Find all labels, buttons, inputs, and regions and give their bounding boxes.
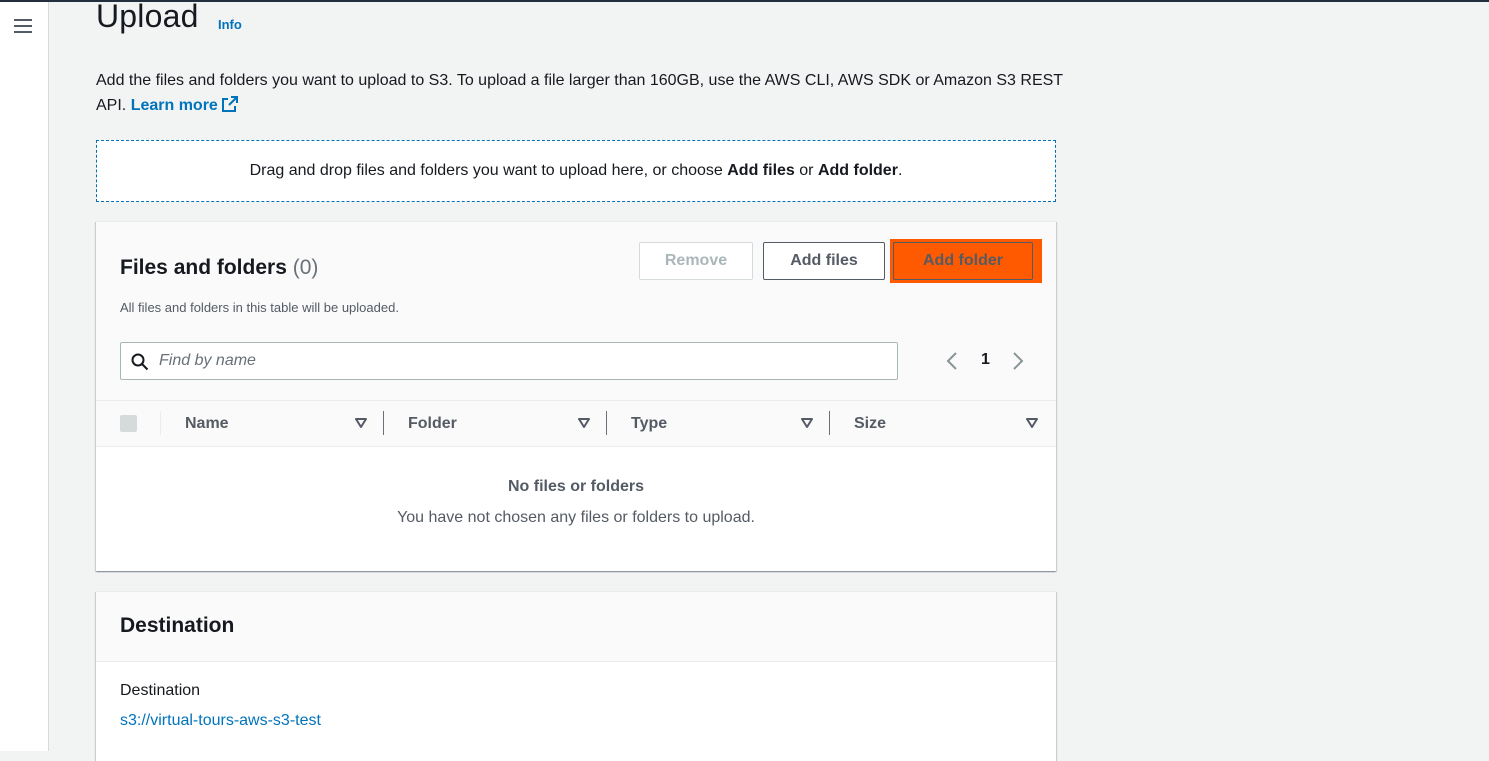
hamburger-menu-icon[interactable] [14, 19, 32, 33]
sort-icon [578, 418, 590, 428]
dropzone-add-folder: Add folder [817, 162, 898, 179]
column-resizer[interactable] [383, 411, 384, 435]
files-panel-description: All files and folders in this table will… [120, 300, 399, 315]
chevron-right-icon[interactable] [1011, 352, 1025, 370]
files-panel-title-text: Files and folders [120, 256, 287, 279]
files-count: (0) [292, 256, 319, 279]
chevron-left-icon[interactable] [945, 352, 959, 370]
sort-icon [801, 418, 813, 428]
info-link[interactable]: Info [218, 17, 242, 32]
files-panel-title: Files and folders (0) [120, 256, 318, 280]
external-link-icon [221, 96, 238, 112]
column-header-folder[interactable]: Folder [408, 401, 590, 446]
upload-dropzone[interactable]: Drag and drop files and folders you want… [96, 140, 1056, 202]
column-label-name: Name [185, 414, 229, 432]
search-field[interactable] [120, 342, 898, 380]
add-folder-highlight: Add folder [890, 239, 1042, 283]
column-label-type: Type [631, 414, 668, 432]
column-resizer[interactable] [829, 411, 830, 435]
destination-panel: Destination Destination s3://virtual-tou… [96, 591, 1056, 761]
column-label-size: Size [854, 414, 887, 432]
page-number[interactable]: 1 [981, 351, 990, 369]
column-label-folder: Folder [408, 414, 457, 432]
side-navigation [0, 2, 49, 751]
column-header-name[interactable]: Name [185, 401, 367, 446]
destination-title: Destination [120, 614, 235, 637]
select-all-checkbox[interactable] [120, 415, 137, 432]
column-resizer[interactable] [606, 411, 607, 435]
search-icon [131, 353, 149, 371]
dropzone-add-files: Add files [727, 162, 795, 179]
add-folder-button[interactable]: Add folder [893, 242, 1033, 280]
column-divider [160, 411, 161, 435]
add-files-button[interactable]: Add files [763, 242, 885, 280]
empty-state-description: You have not chosen any files or folders… [397, 509, 755, 526]
intro-description: Add the files and folders you want to up… [96, 68, 1066, 118]
dropzone-text-prefix: Drag and drop files and folders you want… [249, 162, 728, 179]
page-title: Upload [96, 0, 199, 34]
learn-more-link[interactable]: Learn more [131, 96, 239, 114]
top-border [0, 0, 1489, 2]
dropzone-or: or [794, 162, 818, 179]
table-header: Name Folder Type Size [96, 400, 1056, 447]
sort-icon [355, 418, 367, 428]
destination-label: Destination [120, 682, 201, 699]
destination-link[interactable]: s3://virtual-tours-aws-s3-test [120, 712, 321, 730]
dropzone-suffix: . [897, 162, 903, 179]
column-header-size[interactable]: Size [854, 401, 1038, 446]
remove-button[interactable]: Remove [639, 242, 753, 280]
search-input[interactable] [159, 349, 879, 373]
column-header-type[interactable]: Type [631, 401, 813, 446]
intro-text: Add the files and folders you want to up… [96, 72, 1063, 114]
destination-header: Destination [96, 592, 1056, 662]
files-and-folders-panel: Files and folders (0) All files and fold… [96, 221, 1056, 571]
empty-state-title: No files or folders [507, 478, 645, 495]
sort-icon [1026, 418, 1038, 428]
